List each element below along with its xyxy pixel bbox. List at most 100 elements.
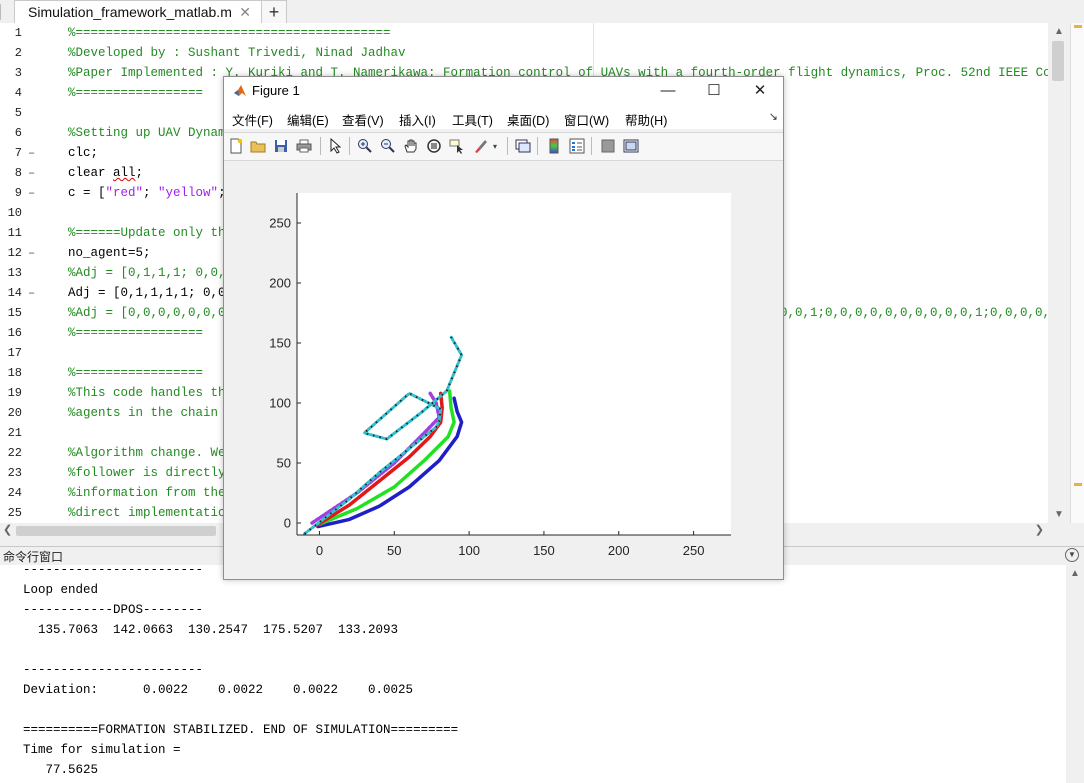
command-output-line: Deviation: 0.0022 0.0022 0.0022 0.0025 <box>23 683 414 697</box>
code-comment: %information from the <box>68 486 234 500</box>
code-line[interactable]: %Adj = [0,0,0,0,0,0,0, <box>68 303 233 323</box>
save-icon[interactable] <box>272 137 290 155</box>
panel-actions-icon[interactable]: ▼ <box>1065 548 1079 562</box>
zoom-out-icon[interactable] <box>379 137 397 155</box>
hide-plot-tools-icon[interactable] <box>599 137 617 155</box>
line-number: 3 <box>14 66 22 80</box>
brush-icon[interactable] <box>471 137 489 155</box>
link-plot-icon[interactable] <box>514 137 532 155</box>
code-line[interactable]: no_agent=5; <box>68 243 151 263</box>
figure-window[interactable]: Figure 1 — ☐ ✕ 文件(F) 编辑(E) 查看(V) 插入(I) 工… <box>223 76 784 580</box>
breakpoint-marker[interactable]: – <box>28 163 38 183</box>
menu-edit[interactable]: 编辑(E) <box>287 110 329 129</box>
breakpoint-marker[interactable]: – <box>28 143 38 163</box>
code-line[interactable]: clear all; <box>68 163 143 183</box>
line-number: 8 <box>14 166 22 180</box>
scroll-thumb[interactable] <box>16 526 216 536</box>
line-number: 25 <box>7 506 22 520</box>
maximize-icon[interactable]: ☐ <box>691 77 737 105</box>
code-line[interactable]: %Developed by : Sushant Trivedi, Ninad J… <box>68 43 406 63</box>
scroll-up-icon[interactable]: ▲ <box>1070 568 1080 579</box>
brush-dropdown-icon[interactable]: ▾ <box>490 137 500 155</box>
code-line[interactable]: %================= <box>68 83 203 103</box>
code-line[interactable]: %=======================================… <box>68 23 391 43</box>
scroll-right-icon[interactable]: ❯ <box>1035 523 1044 536</box>
code-line[interactable]: %information from the <box>68 483 233 503</box>
data-cursor-icon[interactable] <box>448 137 466 155</box>
code-line[interactable]: %This code handles the <box>68 383 233 403</box>
menu-view[interactable]: 查看(V) <box>342 110 384 129</box>
warning-marker[interactable] <box>1074 483 1082 486</box>
code-line[interactable]: %direct implementation <box>68 503 233 523</box>
figure-menu-bar: 文件(F) 编辑(E) 查看(V) 插入(I) 工具(T) 桌面(D) 窗口(W… <box>224 105 783 129</box>
edit-plot-icon[interactable] <box>326 137 344 155</box>
pan-icon[interactable] <box>402 137 420 155</box>
breakpoint-marker[interactable]: – <box>28 183 38 203</box>
code-line[interactable]: %agents in the chain i <box>68 403 233 423</box>
new-figure-icon[interactable] <box>227 137 245 155</box>
line-number: 12 <box>7 246 22 260</box>
close-window-icon[interactable]: ✕ <box>737 77 783 105</box>
code-line[interactable]: c = ["red"; "yellow"; <box>68 183 226 203</box>
command-window-scrollbar[interactable]: ▲ <box>1066 565 1084 783</box>
x-tick-label: 0 <box>316 543 323 558</box>
code-line[interactable]: %Algorithm change. We <box>68 443 233 463</box>
figure-title-bar[interactable]: Figure 1 — ☐ ✕ <box>224 77 783 105</box>
editor-vertical-scrollbar[interactable]: ▲ ▼ <box>1048 23 1070 523</box>
breakpoint-marker[interactable]: – <box>28 283 38 303</box>
scroll-left-icon[interactable]: ❮ <box>3 523 12 536</box>
show-plot-tools-icon[interactable] <box>622 137 640 155</box>
minimize-icon[interactable]: — <box>645 77 691 105</box>
code-line[interactable]: %Setting up UAV Dynami <box>68 123 233 143</box>
menu-file[interactable]: 文件(F) <box>232 110 273 129</box>
code-token: no_agent=5; <box>68 246 151 260</box>
code-line[interactable]: %======Update only the <box>68 223 233 243</box>
code-line[interactable]: clc; <box>68 143 98 163</box>
open-file-icon[interactable] <box>249 137 267 155</box>
line-number: 17 <box>7 346 22 360</box>
line-number: 23 <box>7 466 22 480</box>
plot-canvas[interactable]: 0 50 100 150 200 250 0 50 100 150 200 250 <box>224 161 783 579</box>
y-tick-label: 100 <box>269 396 291 411</box>
code-token: ; <box>143 186 159 200</box>
menu-desktop[interactable]: 桌面(D) <box>507 110 549 129</box>
command-window[interactable]: ------------------------ Loop ended ------… <box>0 565 1066 783</box>
menu-window[interactable]: 窗口(W) <box>564 110 609 129</box>
command-output-line: 77.5625 <box>23 763 99 777</box>
zoom-in-icon[interactable] <box>356 137 374 155</box>
code-line[interactable]: %Adj = [0,1,1,1; 0,0,0 <box>68 263 233 283</box>
tab-simulation-framework[interactable]: Simulation_framework_matlab.m ✕ <box>14 0 262 23</box>
warning-marker[interactable] <box>1074 25 1082 28</box>
menu-tools[interactable]: 工具(T) <box>452 110 493 129</box>
editor-overview-ruler <box>1070 23 1084 523</box>
line-number: 21 <box>7 426 22 440</box>
new-tab-button[interactable]: + <box>261 0 287 23</box>
print-icon[interactable] <box>295 137 313 155</box>
line-number: 7 <box>14 146 22 160</box>
menu-insert[interactable]: 插入(I) <box>399 110 436 129</box>
breakpoint-marker[interactable]: – <box>28 243 38 263</box>
code-line[interactable]: %================= <box>68 323 203 343</box>
command-output-line: ------------------------ <box>23 663 204 677</box>
scroll-thumb[interactable] <box>1052 41 1064 81</box>
y-tick-label: 200 <box>269 276 291 291</box>
scroll-down-icon[interactable]: ▼ <box>1054 509 1064 520</box>
axes-area[interactable] <box>297 193 731 535</box>
command-output-line: ==========FORMATION STABILIZED. END OF S… <box>23 723 459 737</box>
y-tick-label: 50 <box>277 456 291 471</box>
code-comment: %This code handles the <box>68 386 234 400</box>
menu-help[interactable]: 帮助(H) <box>625 110 667 129</box>
tab-title: Simulation_framework_matlab.m <box>28 4 232 20</box>
code-line[interactable]: Adj = [0,1,1,1,1; 0,0, <box>68 283 233 303</box>
dock-figure-icon[interactable]: ↘ <box>769 110 778 123</box>
rotate-3d-icon[interactable] <box>425 137 443 155</box>
close-tab-icon[interactable]: ✕ <box>239 4 251 21</box>
insert-legend-icon[interactable] <box>568 137 586 155</box>
y-tick-label: 150 <box>269 336 291 351</box>
code-line[interactable]: %================= <box>68 363 203 383</box>
line-number: 1 <box>14 26 22 40</box>
insert-colorbar-icon[interactable] <box>545 137 563 155</box>
x-tick-label: 50 <box>387 543 401 558</box>
scroll-up-icon[interactable]: ▲ <box>1054 26 1064 37</box>
code-line[interactable]: %follower is directly <box>68 463 233 483</box>
